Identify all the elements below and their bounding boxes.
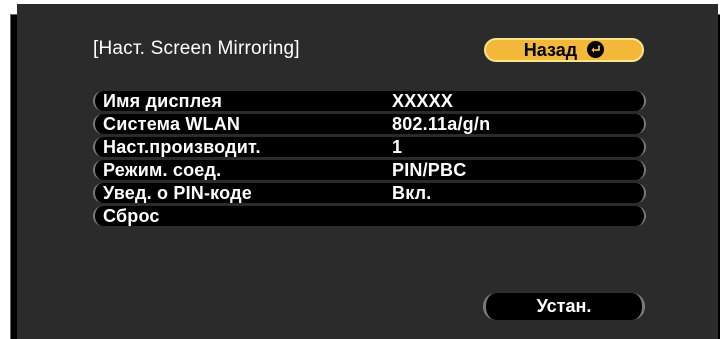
page-title: [Наст. Screen Mirroring]: [93, 38, 300, 59]
setting-value: 1: [392, 136, 403, 157]
back-button[interactable]: Назад: [484, 38, 644, 62]
setting-label: Наст.производит.: [103, 136, 261, 157]
setting-label: Увед. о PIN-коде: [103, 182, 252, 203]
setting-label: Сброс: [103, 205, 160, 226]
setting-label: Система WLAN: [103, 113, 241, 134]
setting-row-wlan-system[interactable]: Система WLAN 802.11a/g/n: [93, 114, 646, 134]
set-button-label: Устан.: [536, 296, 592, 316]
setting-label: Имя дисплея: [103, 90, 223, 111]
setting-row-pin-notification[interactable]: Увед. о PIN-коде Вкл.: [93, 183, 646, 203]
setting-row-display-name[interactable]: Имя дисплея XXXXX: [93, 91, 646, 111]
enter-icon: [587, 40, 605, 58]
back-button-label: Назад: [523, 39, 578, 60]
setting-value: 802.11a/g/n: [392, 113, 491, 134]
set-button[interactable]: Устан.: [483, 293, 645, 320]
setting-row-connection-mode[interactable]: Режим. соед. PIN/PBC: [93, 160, 646, 180]
setting-row-performance[interactable]: Наст.производит. 1: [93, 137, 646, 157]
settings-list: Имя дисплея XXXXX Система WLAN 802.11a/g…: [93, 91, 646, 229]
setting-value: XXXXX: [392, 90, 454, 111]
setting-row-reset[interactable]: Сброс: [93, 206, 646, 226]
setting-label: Режим. соед.: [103, 159, 222, 180]
setting-value: Вкл.: [392, 182, 432, 203]
setting-value: PIN/PBC: [392, 159, 467, 180]
